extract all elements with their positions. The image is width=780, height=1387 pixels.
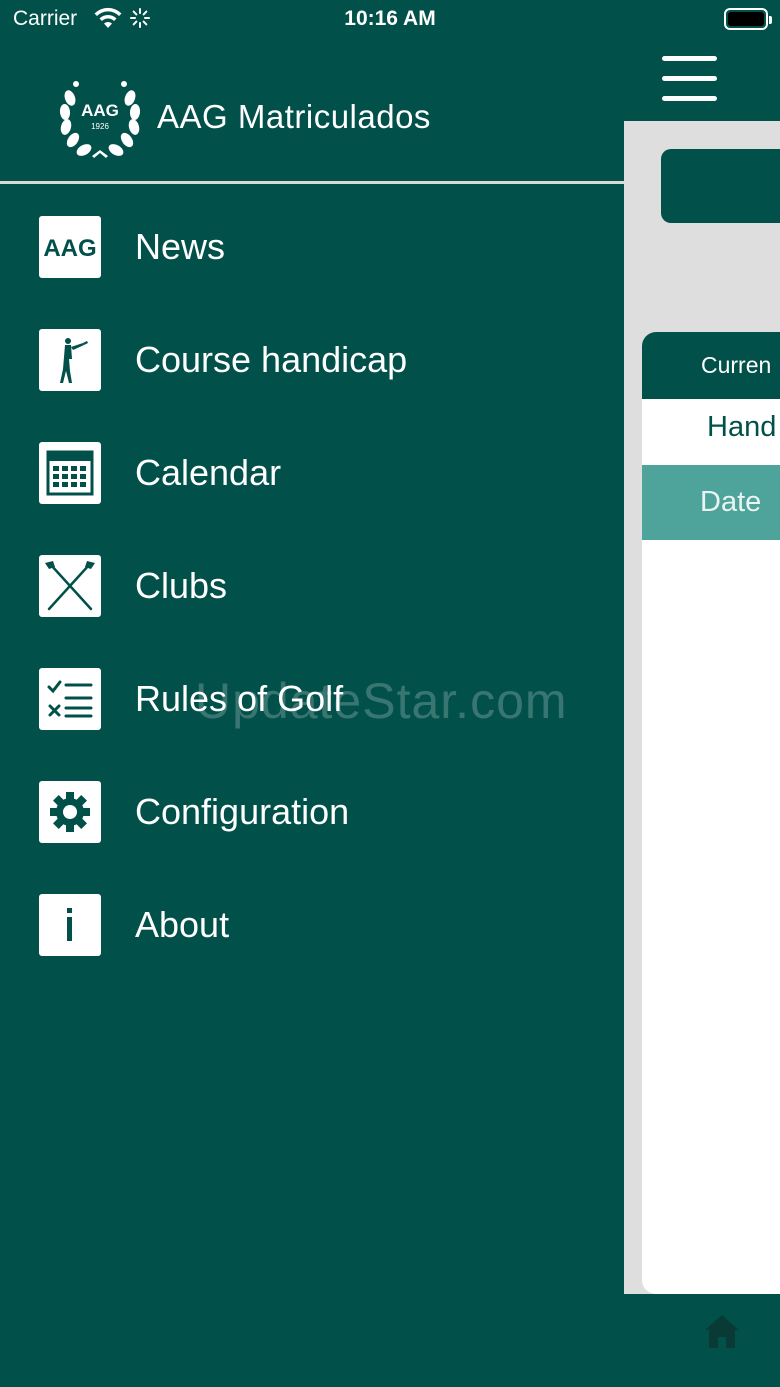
info-icon — [39, 894, 101, 956]
menu-item-clubs[interactable]: Clubs — [0, 529, 624, 642]
card-header: Curren — [642, 332, 780, 399]
calendar-icon — [39, 442, 101, 504]
menu-item-news[interactable]: AAG News — [0, 190, 624, 303]
bottom-tab-bar — [624, 1294, 780, 1387]
golfer-icon — [39, 329, 101, 391]
app-title: AAG Matriculados — [157, 98, 431, 135]
header-divider — [0, 181, 624, 184]
menu-label-about: About — [135, 904, 230, 945]
menu-label-rules-of-golf: Rules of Golf — [135, 678, 344, 719]
crossed-clubs-icon — [39, 555, 101, 617]
logo-year: 1926 — [91, 122, 109, 131]
drawer-header: AAG 1926 AAG Matriculados — [0, 40, 624, 182]
handicap-row: Hand — [642, 399, 780, 465]
menu-label-news: News — [135, 226, 226, 267]
menu-toggle-button[interactable] — [662, 56, 717, 102]
laurel-wreath-logo: AAG 1926 — [59, 81, 141, 158]
status-time: 10:16 AM — [344, 7, 436, 30]
menu-item-about[interactable]: About — [0, 868, 624, 981]
date-column-header: Date — [642, 465, 780, 540]
aag-news-icon: AAG — [39, 216, 101, 278]
menu-label-clubs: Clubs — [135, 565, 228, 606]
battery-icon — [724, 8, 772, 30]
svg-text:AAG: AAG — [43, 235, 96, 262]
menu-label-course-handicap: Course handicap — [135, 339, 408, 380]
main-content: Curren Hand Date — [624, 121, 780, 1294]
checklist-icon — [39, 668, 101, 730]
drawer-menu: AAG News Course handicap Calendar Clubs … — [0, 190, 624, 981]
content-action-button[interactable] — [661, 149, 780, 223]
status-bar: Carrier 10:16 AM — [0, 0, 780, 40]
menu-label-calendar: Calendar — [135, 452, 282, 493]
home-icon[interactable] — [702, 1312, 742, 1352]
gear-icon — [39, 781, 101, 843]
menu-item-course-handicap[interactable]: Course handicap — [0, 303, 624, 416]
menu-item-calendar[interactable]: Calendar — [0, 416, 624, 529]
menu-item-configuration[interactable]: Configuration — [0, 755, 624, 868]
handicap-card: Curren Hand Date — [642, 332, 780, 1294]
logo-text: AAG — [81, 101, 119, 120]
menu-label-configuration: Configuration — [135, 791, 350, 832]
menu-item-rules-of-golf[interactable]: Rules of Golf — [0, 642, 624, 755]
